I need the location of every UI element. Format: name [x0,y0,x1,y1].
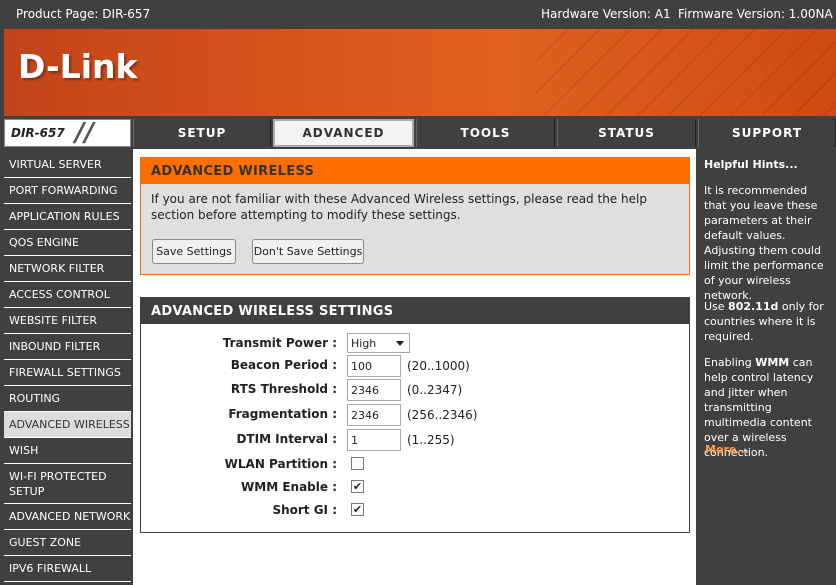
sidebar-item-wifi-protected-setup[interactable]: WI-FI PROTECTED SETUP [4,464,131,504]
hint-80211d-prefix: Use [704,300,729,313]
helpful-hints-title: Helpful Hints... [704,158,798,171]
hardware-version: Hardware Version: A1 [541,7,671,21]
product-page-label: Product Page: DIR-657 [16,7,151,21]
sidebar-item-access-control[interactable]: ACCESS CONTROL [4,282,131,308]
chevron-down-icon [396,341,404,346]
sidebar-item-qos-engine[interactable]: QOS ENGINE [4,230,131,256]
sidebar-item-ipv6-firewall[interactable]: IPV6 FIREWALL [4,556,131,582]
router-admin-page: Product Page: DIR-657 Hardware Version: … [0,0,836,585]
rts-threshold-input[interactable]: 2346 [347,379,401,401]
sidebar-item-website-filter[interactable]: WEBSITE FILTER [4,308,131,334]
firmware-version: Firmware Version: 1.00NA [678,7,833,21]
beacon-period-label: Beacon Period : [230,358,337,372]
wmm-enable-row: WMM Enable : ✔ [141,477,691,499]
dtim-interval-input[interactable]: 1 [347,429,401,451]
sidebar-item-advanced-wireless[interactable]: ADVANCED WIRELESS [4,412,131,438]
model-name: DIR-657 [11,126,65,140]
top-navigation: DIR-657 // SETUP ADVANCED TOOLS STATUS S… [0,117,836,149]
model-badge: DIR-657 // [4,118,131,148]
wlan-partition-checkbox[interactable] [351,457,364,470]
top-info-bar: Product Page: DIR-657 Hardware Version: … [0,0,836,28]
beacon-period-range: (20..1000) [407,359,470,373]
short-gi-checkbox[interactable]: ✔ [351,503,364,516]
brand-banner: D-Link [4,29,836,116]
sidebar-menu: VIRTUAL SERVER PORT FORWARDING APPLICATI… [4,152,131,585]
dtim-interval-row: DTIM Interval : 1 (1..255) [141,429,691,451]
rts-threshold-label: RTS Threshold : [230,382,337,396]
short-gi-row: Short GI : ✔ [141,500,691,522]
sidebar-item-guest-zone[interactable]: GUEST ZONE [4,530,131,556]
transmit-power-value: High [351,337,377,350]
sidebar-item-application-rules[interactable]: APPLICATION RULES [4,204,131,230]
advanced-wireless-title: ADVANCED WIRELESS [141,158,689,184]
transmit-power-row: Transmit Power : High [141,333,691,355]
wlan-partition-row: WLAN Partition : [141,454,691,476]
save-settings-button[interactable]: Save Settings [152,239,236,264]
fragmentation-row: Fragmentation : 2346 (256..2346) [141,404,691,426]
tab-tools[interactable]: TOOLS [416,119,555,147]
sidebar-item-wish[interactable]: WISH [4,438,131,464]
dont-save-settings-button[interactable]: Don't Save Settings [252,239,364,264]
main-content: ADVANCED WIRELESS If you are not familia… [133,149,696,585]
beacon-period-input[interactable]: 100 [347,355,401,377]
rts-threshold-row: RTS Threshold : 2346 (0..2347) [141,379,691,401]
wmm-enable-label: WMM Enable : [241,480,337,494]
fragmentation-range: (256..2346) [407,408,478,422]
hint-wmm-prefix: Enabling [704,356,756,369]
wmm-enable-checkbox[interactable]: ✔ [351,480,364,493]
hint-wmm-bold: WMM [755,356,790,369]
transmit-power-label: Transmit Power : [222,336,337,350]
hint-80211d-bold: 802.11d [728,300,779,313]
short-gi-label: Short GI : [272,503,337,517]
advanced-wireless-description: If you are not familiar with these Advan… [151,192,647,222]
tab-status[interactable]: STATUS [557,119,696,147]
hint-default-values: It is recommended that you leave these p… [704,184,824,302]
more-hints-link[interactable]: More... [705,443,749,456]
sidebar-item-firewall-settings[interactable]: FIREWALL SETTINGS [4,360,131,386]
advanced-wireless-panel: ADVANCED WIRELESS If you are not familia… [140,157,690,275]
dlink-logo: D-Link [18,47,138,86]
wlan-partition-label: WLAN Partition : [224,457,337,471]
hint-80211d: Use 802.11d only for countries where it … [704,299,830,344]
sidebar-item-network-filter[interactable]: NETWORK FILTER [4,256,131,282]
banner-stripes [536,29,836,116]
dtim-interval-label: DTIM Interval : [236,432,337,446]
tab-advanced[interactable]: ADVANCED [273,119,414,147]
sidebar-item-port-forwarding[interactable]: PORT FORWARDING [4,178,131,204]
dtim-interval-range: (1..255) [407,433,455,447]
beacon-period-row: Beacon Period : 100 (20..1000) [141,355,691,377]
tab-setup[interactable]: SETUP [133,119,271,147]
rts-threshold-range: (0..2347) [407,383,463,397]
sidebar-item-routing[interactable]: ROUTING [4,386,131,412]
sidebar-item-virtual-server[interactable]: VIRTUAL SERVER [4,152,131,178]
helpful-hints-panel: Helpful Hints... It is recommended that … [698,152,836,585]
sidebar-item-advanced-network[interactable]: ADVANCED NETWORK [4,504,131,530]
transmit-power-select[interactable]: High [347,333,410,353]
advanced-wireless-settings-panel: ADVANCED WIRELESS SETTINGS Transmit Powe… [140,297,690,533]
fragmentation-label: Fragmentation : [228,407,337,421]
tab-support[interactable]: SUPPORT [698,119,836,147]
advanced-wireless-settings-title: ADVANCED WIRELESS SETTINGS [141,298,689,324]
fragmentation-input[interactable]: 2346 [347,404,401,426]
model-slashes: // [75,118,94,148]
sidebar-item-inbound-filter[interactable]: INBOUND FILTER [4,334,131,360]
